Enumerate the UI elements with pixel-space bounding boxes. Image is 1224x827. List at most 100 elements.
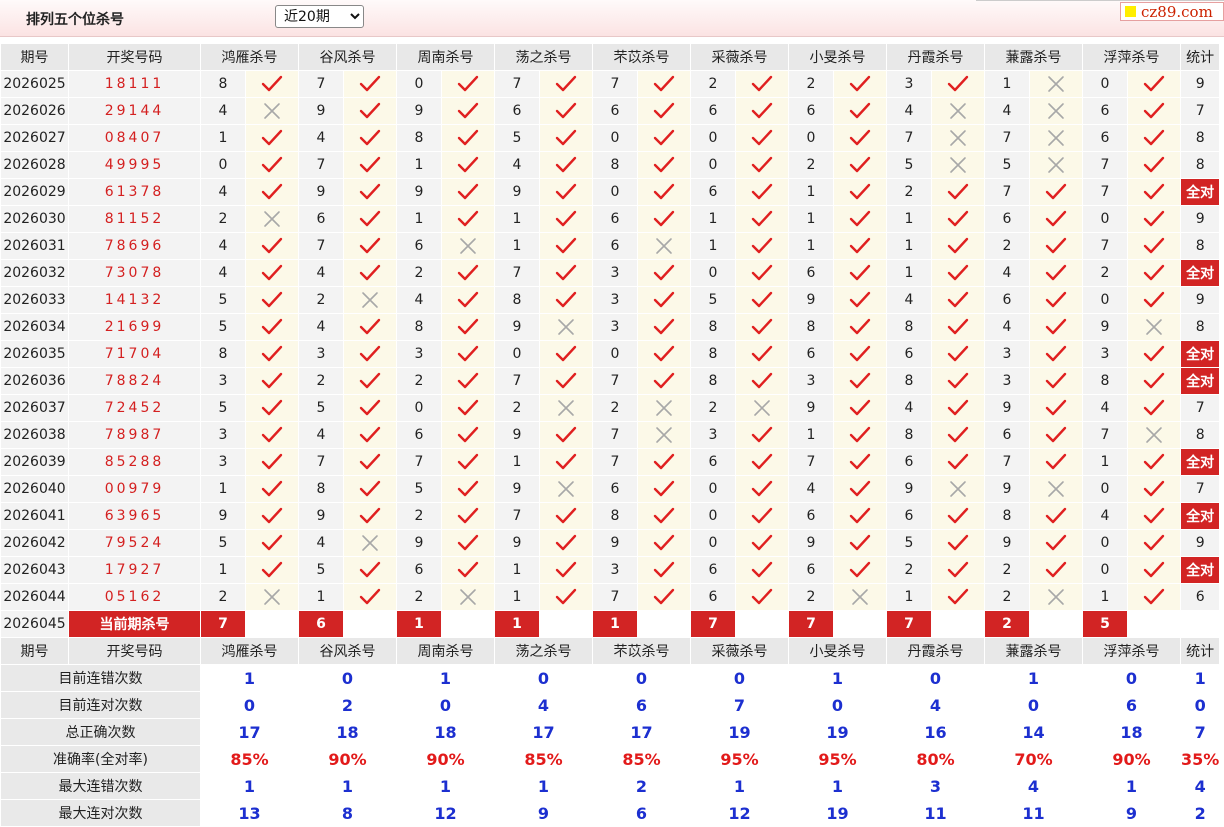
check-icon [539, 124, 593, 152]
kill-number-cell: 8 [396, 313, 442, 341]
issue-cell: 2026042 [0, 529, 69, 557]
check-icon [1029, 259, 1083, 287]
stats-value: 14 [984, 718, 1083, 746]
issue-cell: 2026029 [0, 178, 69, 206]
stats-total: 2 [1179, 799, 1221, 827]
kill-number-cell: 4 [298, 313, 344, 341]
site-logo[interactable]: cz89.com [1120, 2, 1224, 21]
kill-number-cell: 1 [1082, 583, 1128, 611]
kill-number-cell: 3 [396, 340, 442, 368]
kill-number-cell: 1 [200, 556, 246, 584]
kill-number-cell: 7 [1082, 421, 1128, 449]
kill-number-cell: 0 [1082, 529, 1128, 557]
kill-number-cell: 7 [1082, 151, 1128, 179]
check-icon [1029, 178, 1083, 206]
stats-value: 16 [886, 718, 985, 746]
check-icon [441, 286, 495, 314]
check-icon [735, 232, 789, 260]
kill-number-cell: 7 [984, 178, 1030, 206]
check-icon [441, 502, 495, 530]
table-row: 2026044 05162 2 1 2 1 7 6 2 1 2 1 6 [0, 583, 1221, 611]
check-icon [343, 367, 397, 395]
kill-number-cell: 5 [200, 529, 246, 557]
kill-number-cell: 1 [298, 583, 344, 611]
count-cell: 8 [1179, 313, 1221, 341]
check-icon [637, 502, 691, 530]
check-icon [343, 124, 397, 152]
kill-number-cell: 6 [690, 178, 736, 206]
stats-label: 最大连对次数 [0, 799, 201, 827]
check-icon [245, 529, 299, 557]
kill-number-cell: 9 [886, 475, 932, 503]
cross-icon [539, 394, 593, 422]
kill-number-cell: 9 [396, 97, 442, 125]
kill-number-cell: 0 [1082, 475, 1128, 503]
kill-number-cell: 2 [690, 394, 736, 422]
check-icon [833, 394, 887, 422]
stats-value: 17 [200, 718, 299, 746]
check-icon [931, 340, 985, 368]
count-cell: 8 [1179, 421, 1221, 449]
kill-number-cell: 2 [396, 583, 442, 611]
check-icon [245, 178, 299, 206]
kill-number-cell: 6 [984, 286, 1030, 314]
kill-number-cell: 6 [1082, 97, 1128, 125]
kill-number-cell: 8 [200, 70, 246, 98]
check-icon [343, 394, 397, 422]
check-icon [735, 583, 789, 611]
period-select[interactable]: 近20期 [275, 5, 364, 28]
kill-number-cell: 4 [200, 97, 246, 125]
check-icon [343, 205, 397, 233]
check-icon [1029, 556, 1083, 584]
kill-number-cell: 9 [592, 529, 638, 557]
check-icon [637, 367, 691, 395]
kill-number-cell: 3 [1082, 340, 1128, 368]
check-icon [931, 367, 985, 395]
cross-icon [441, 232, 495, 260]
issue-cell: 2026034 [0, 313, 69, 341]
kill-number-cell: 9 [788, 286, 834, 314]
check-icon [1127, 70, 1181, 98]
kill-number-cell: 2 [788, 151, 834, 179]
check-icon [931, 583, 985, 611]
cross-icon [931, 475, 985, 503]
check-icon [735, 205, 789, 233]
check-icon [931, 421, 985, 449]
stats-value: 12 [690, 799, 789, 827]
draw-number-cell: 78696 [68, 232, 201, 260]
table-row: 2026040 00979 1 8 5 9 6 0 4 9 9 0 7 [0, 475, 1221, 503]
kill-number-cell: 0 [1082, 286, 1128, 314]
table-row: 2026026 29144 4 9 9 6 6 6 6 4 4 6 7 [0, 97, 1221, 125]
kill-number-table: 期号 开奖号码 鸿雁杀号 谷风杀号 周南杀号 荡之杀号 芣苡杀号 采薇杀号 小旻杀号 丹霞杀号 蒹露… [0, 43, 1221, 827]
check-icon [245, 124, 299, 152]
count-cell: 8 [1179, 124, 1221, 152]
check-icon [735, 178, 789, 206]
kill-number-cell: 7 [984, 448, 1030, 476]
kill-number-cell: 2 [396, 502, 442, 530]
stats-value: 4 [984, 772, 1083, 800]
check-icon [441, 340, 495, 368]
col-expert: 芣苡杀号 [592, 637, 691, 665]
check-icon [441, 124, 495, 152]
kill-number-cell: 5 [298, 556, 344, 584]
check-icon [441, 178, 495, 206]
issue-cell: 2026028 [0, 151, 69, 179]
stats-value: 0 [494, 664, 593, 692]
col-expert: 荡之杀号 [494, 43, 593, 71]
check-icon [245, 502, 299, 530]
stats-value: 9 [1082, 799, 1181, 827]
kill-number-cell: 0 [690, 502, 736, 530]
stats-value: 90% [396, 745, 495, 773]
stats-label: 总正确次数 [0, 718, 201, 746]
cross-icon [1127, 313, 1181, 341]
check-icon [539, 421, 593, 449]
check-icon [1127, 448, 1181, 476]
check-icon [441, 151, 495, 179]
stats-value: 0 [788, 691, 887, 719]
check-icon [1127, 367, 1181, 395]
stats-value: 1 [690, 772, 789, 800]
stats-value: 11 [886, 799, 985, 827]
check-icon [245, 556, 299, 584]
stats-value: 13 [200, 799, 299, 827]
col-expert: 丹霞杀号 [886, 637, 985, 665]
